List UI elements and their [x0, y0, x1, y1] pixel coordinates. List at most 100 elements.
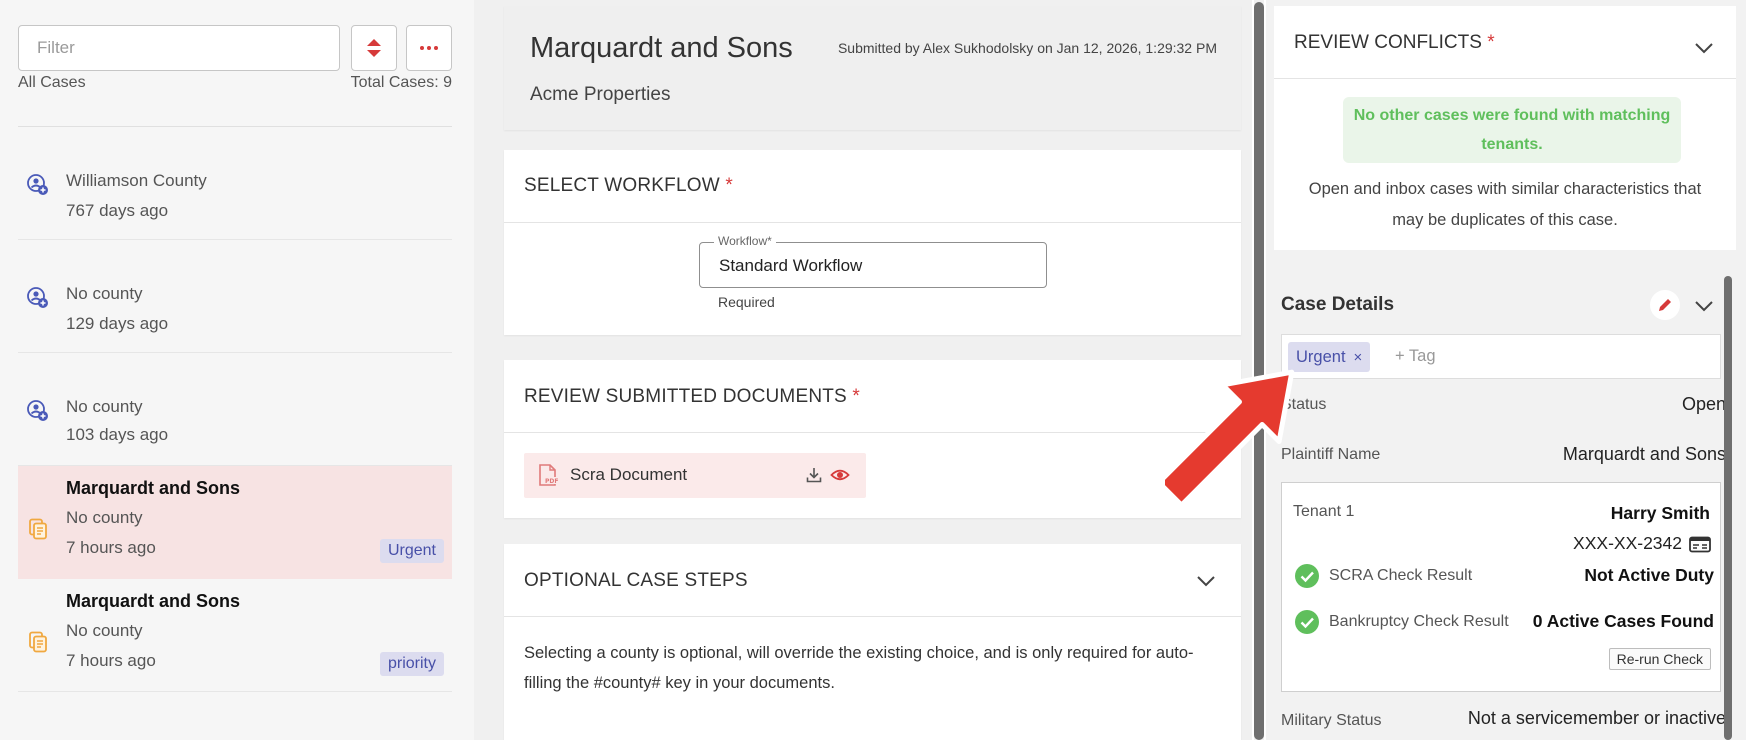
- workflow-field-value: Standard Workflow: [719, 256, 863, 275]
- optional-steps-title: OPTIONAL CASE STEPS: [524, 570, 748, 591]
- submitted-info: Submitted by Alex Sukhodolsky on Jan 12,…: [837, 40, 1217, 56]
- no-conflicts-message: No other cases were found with matching …: [1343, 97, 1681, 163]
- svg-text:PDF: PDF: [545, 478, 558, 485]
- case-age: 7 hours ago: [66, 651, 156, 670]
- select-workflow-title: SELECT WORKFLOW: [524, 175, 720, 196]
- check-circle-icon: [1295, 564, 1319, 588]
- case-details-title: Case Details: [1281, 294, 1395, 315]
- chevron-down-icon[interactable]: [1694, 42, 1714, 54]
- workflow-field-label: Workflow*: [714, 234, 776, 248]
- divider: [504, 222, 1241, 223]
- divider: [1274, 78, 1736, 79]
- scra-check-result: Not Active Duty: [1584, 565, 1714, 585]
- id-card-icon[interactable]: [1689, 536, 1711, 553]
- section-title: REVIEW SUBMITTED DOCUMENTS *: [524, 386, 860, 408]
- case-title: Marquardt and Sons: [66, 478, 241, 498]
- status-value: Open: [1681, 394, 1726, 414]
- tenant-ssn: XXX-XX-2342: [1573, 533, 1682, 553]
- review-documents-section: REVIEW SUBMITTED DOCUMENTS * PDF Scra Do…: [504, 360, 1241, 518]
- scra-check-row: SCRA Check Result Not Active Duty: [1294, 563, 1714, 589]
- case-header: Marquardt and Sons Acme Properties Submi…: [504, 6, 1241, 130]
- case-county: Williamson County: [66, 171, 207, 190]
- review-documents-title: REVIEW SUBMITTED DOCUMENTS: [524, 386, 847, 407]
- case-county: No county: [66, 621, 143, 640]
- required-mark: *: [1487, 32, 1495, 53]
- chevron-down-icon[interactable]: [1196, 575, 1216, 587]
- view-eye-icon[interactable]: [830, 465, 850, 485]
- sort-button[interactable]: [351, 25, 397, 71]
- review-conflicts-section: REVIEW CONFLICTS * No other cases were f…: [1274, 6, 1736, 250]
- case-county: No county: [66, 284, 143, 303]
- tag-chip: Urgent ×: [1288, 342, 1371, 372]
- tenant-name: Harry Smith: [1610, 503, 1710, 523]
- pdf-file-icon: PDF: [539, 464, 558, 486]
- add-tag-button[interactable]: + Tag: [1395, 347, 1436, 366]
- more-options-button[interactable]: [406, 25, 452, 71]
- side-panel-scrollbar[interactable]: [1724, 276, 1732, 740]
- case-list-item[interactable]: Williamson County 767 days ago: [18, 127, 452, 240]
- scra-check-label: SCRA Check Result: [1329, 567, 1473, 584]
- tag-label: Urgent: [1296, 348, 1346, 366]
- case-list-item[interactable]: No county 103 days ago: [18, 353, 452, 466]
- case-list: Williamson County 767 days ago No county…: [18, 127, 452, 692]
- document-name: Scra Document: [570, 465, 688, 484]
- main-scrollbar[interactable]: [1254, 2, 1264, 740]
- case-person-icon: [27, 287, 48, 308]
- edit-button[interactable]: [1650, 290, 1680, 320]
- select-workflow-section: SELECT WORKFLOW * Workflow* Standard Wor…: [504, 150, 1241, 335]
- divider: [504, 616, 1241, 617]
- case-title: Marquardt and Sons: [66, 591, 241, 611]
- conflicts-note: Open and inbox cases with similar charac…: [1308, 180, 1702, 229]
- tag-input[interactable]: Urgent × + Tag: [1281, 334, 1721, 379]
- case-side-panel: REVIEW CONFLICTS * No other cases were f…: [1266, 0, 1746, 740]
- filter-input[interactable]: [18, 25, 340, 71]
- plaintiff-value: Marquardt and Sons: [1562, 444, 1726, 464]
- case-county: No county: [66, 397, 143, 416]
- status-label: Status: [1281, 396, 1327, 413]
- section-title: REVIEW CONFLICTS *: [1294, 32, 1495, 54]
- plaintiff-label: Plaintiff Name: [1281, 446, 1381, 463]
- case-person-icon: [27, 400, 48, 421]
- organization-name: Acme Properties: [530, 84, 671, 105]
- all-cases-label: All Cases: [18, 74, 86, 91]
- total-cases-count: Total Cases: 9: [350, 74, 452, 91]
- case-details-section: Case Details Urgent × + Tag Status Open P…: [1266, 276, 1736, 740]
- optional-steps-section: OPTIONAL CASE STEPS Selecting a county i…: [504, 544, 1241, 740]
- military-status-value: Not a servicemember or inactive: [1467, 708, 1726, 728]
- sort-icon: [367, 39, 381, 57]
- document-item[interactable]: PDF Scra Document: [524, 453, 866, 498]
- case-age: 129 days ago: [66, 314, 169, 333]
- case-tag-badge: Urgent: [379, 539, 444, 563]
- required-mark: *: [852, 386, 861, 407]
- copy-document-icon: [29, 631, 47, 653]
- case-list-item-selected[interactable]: Marquardt and Sons No county 7 hours ago…: [18, 466, 452, 579]
- pencil-icon: [1659, 299, 1671, 311]
- case-tag-badge: priority: [379, 652, 444, 676]
- case-age: 103 days ago: [66, 425, 169, 444]
- case-age: 767 days ago: [66, 201, 169, 220]
- divider: [504, 432, 1241, 433]
- workflow-helper-text: Required: [718, 294, 775, 310]
- check-circle-icon: [1295, 610, 1319, 634]
- case-county: No county: [66, 508, 143, 527]
- section-title: SELECT WORKFLOW *: [524, 175, 733, 197]
- case-list-panel: All Cases Total Cases: 9 Williamson Coun…: [0, 0, 474, 740]
- case-person-icon: [27, 174, 48, 195]
- review-conflicts-title: REVIEW CONFLICTS: [1294, 32, 1482, 53]
- required-mark: *: [725, 175, 733, 196]
- workflow-select[interactable]: Workflow* Standard Workflow: [699, 234, 1047, 288]
- bankruptcy-check-label: Bankruptcy Check Result: [1329, 613, 1509, 630]
- download-icon[interactable]: [805, 466, 823, 484]
- rerun-check-button[interactable]: Re-run Check: [1608, 648, 1711, 670]
- bankruptcy-check-row: Bankruptcy Check Result 0 Active Cases F…: [1294, 609, 1714, 635]
- case-name: Marquardt and Sons: [530, 32, 793, 64]
- tenant-card: Tenant 1 Harry Smith XXX-XX-2342 SCRA Ch…: [1281, 482, 1721, 692]
- case-list-item[interactable]: Marquardt and Sons No county 7 hours ago…: [18, 579, 452, 692]
- case-list-item[interactable]: No county 129 days ago: [18, 240, 452, 353]
- more-dots-icon: [420, 46, 438, 50]
- remove-tag-icon[interactable]: ×: [1354, 349, 1363, 366]
- bankruptcy-check-result: 0 Active Cases Found: [1532, 611, 1714, 631]
- chevron-down-icon[interactable]: [1694, 300, 1714, 312]
- military-status-label: Military Status: [1281, 712, 1382, 729]
- case-age: 7 hours ago: [66, 538, 156, 557]
